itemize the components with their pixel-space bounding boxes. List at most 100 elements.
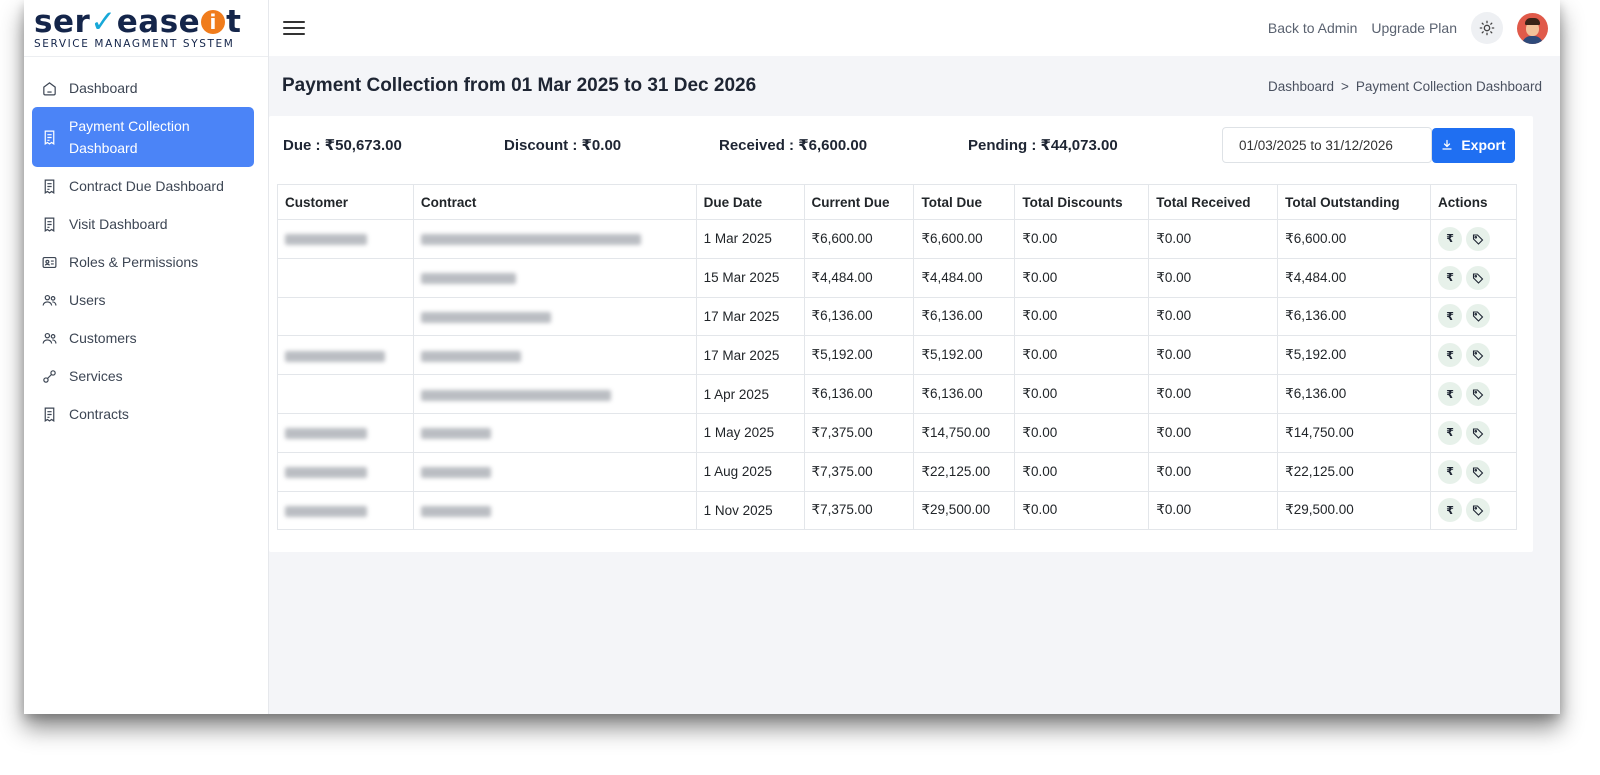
tag-icon bbox=[1472, 350, 1484, 362]
column-header-due-date[interactable]: Due Date bbox=[695, 184, 805, 220]
table-row[interactable]: 15 Mar 2025 ₹4,484.00 ₹4,484.00 ₹0.00 ₹0.00 ₹… bbox=[277, 257, 1517, 298]
due-date-cell: 15 Mar 2025 bbox=[695, 257, 805, 298]
total-received-cell: ₹0.00 bbox=[1148, 335, 1279, 376]
menu-toggle-icon[interactable] bbox=[283, 19, 305, 37]
apply-discount-button[interactable] bbox=[1466, 420, 1491, 445]
actions-cell: ₹ bbox=[1430, 219, 1517, 259]
table-row[interactable]: 17 Mar 2025 ₹6,136.00 ₹6,136.00 ₹0.00 ₹0.00 ₹… bbox=[277, 296, 1517, 337]
sidebar-item-users[interactable]: Users bbox=[32, 281, 254, 319]
back-to-admin-link[interactable]: Back to Admin bbox=[1268, 20, 1358, 36]
contract-cell bbox=[412, 490, 697, 531]
column-header-actions[interactable]: Actions bbox=[1430, 184, 1517, 220]
total-discounts-cell: ₹0.00 bbox=[1014, 412, 1150, 453]
rupee-icon: ₹ bbox=[1446, 233, 1454, 246]
contract-cell bbox=[412, 219, 697, 259]
collect-payment-button[interactable]: ₹ bbox=[1438, 226, 1463, 251]
table-row[interactable]: 17 Mar 2025 ₹5,192.00 ₹5,192.00 ₹0.00 ₹0.00 ₹… bbox=[277, 335, 1517, 376]
total-outstanding-cell: ₹22,125.00 bbox=[1277, 451, 1432, 492]
table-row[interactable]: 1 Apr 2025 ₹6,136.00 ₹6,136.00 ₹0.00 ₹0.00 ₹6… bbox=[277, 374, 1517, 414]
collect-payment-button[interactable]: ₹ bbox=[1438, 304, 1463, 329]
breadcrumb-dashboard-link[interactable]: Dashboard bbox=[1268, 79, 1334, 94]
breadcrumb: Dashboard > Payment Collection Dashboard bbox=[1268, 79, 1542, 94]
collect-payment-button[interactable]: ₹ bbox=[1438, 382, 1463, 407]
date-range-input[interactable]: 01/03/2025 to 31/12/2026 bbox=[1222, 127, 1432, 163]
total-due-cell: ₹29,500.00 bbox=[913, 490, 1016, 531]
apply-discount-button[interactable] bbox=[1466, 498, 1491, 523]
column-header-total-due[interactable]: Total Due bbox=[913, 184, 1016, 220]
total-discounts-cell: ₹0.00 bbox=[1014, 490, 1150, 531]
table-row[interactable]: 1 Nov 2025 ₹7,375.00 ₹29,500.00 ₹0.00 ₹0.00 ₹… bbox=[277, 490, 1517, 531]
users-icon bbox=[40, 291, 58, 309]
sidebar-item-label: Customers bbox=[69, 330, 137, 346]
export-button[interactable]: Export bbox=[1432, 127, 1515, 163]
sidebar-item-label: Contracts bbox=[69, 406, 129, 422]
column-header-customer[interactable]: Customer bbox=[277, 184, 414, 220]
collect-payment-button[interactable]: ₹ bbox=[1438, 420, 1463, 445]
sidebar-item-dashboard[interactable]: Dashboard bbox=[32, 69, 254, 107]
collect-payment-button[interactable]: ₹ bbox=[1438, 459, 1463, 484]
apply-discount-button[interactable] bbox=[1466, 226, 1491, 251]
actions-cell: ₹ bbox=[1430, 374, 1517, 414]
tag-icon bbox=[1472, 505, 1484, 517]
table-row[interactable]: 1 Mar 2025 ₹6,600.00 ₹6,600.00 ₹0.00 ₹0.00 ₹6… bbox=[277, 219, 1517, 259]
rupee-icon: ₹ bbox=[1446, 504, 1454, 517]
sidebar: ser✓ease i t SERVICE MANAGMENT SYSTEM Dash… bbox=[24, 0, 269, 714]
sidebar-item-visit-dashboard[interactable]: Visit Dashboard bbox=[32, 205, 254, 243]
apply-discount-button[interactable] bbox=[1466, 265, 1491, 290]
column-header-total-outstanding[interactable]: Total Outstanding bbox=[1277, 184, 1432, 220]
tag-icon bbox=[1472, 273, 1484, 284]
sidebar-item-contracts[interactable]: Contracts bbox=[32, 395, 254, 433]
total-outstanding-cell: ₹6,136.00 bbox=[1277, 296, 1432, 337]
theme-toggle-button[interactable] bbox=[1471, 12, 1503, 44]
upgrade-plan-link[interactable]: Upgrade Plan bbox=[1371, 20, 1457, 36]
total-discounts-cell: ₹0.00 bbox=[1014, 335, 1150, 376]
user-avatar[interactable] bbox=[1517, 12, 1548, 44]
due-date-cell: 1 Mar 2025 bbox=[695, 219, 805, 259]
brand-logo[interactable]: ser✓ease i t SERVICE MANAGMENT SYSTEM bbox=[24, 0, 268, 57]
sidebar-item-contract-due-dashboard[interactable]: Contract Due Dashboard bbox=[32, 167, 254, 205]
collect-payment-button[interactable]: ₹ bbox=[1438, 265, 1463, 290]
sidebar-item-label: Dashboard bbox=[69, 80, 138, 96]
sidebar-item-label: Visit Dashboard bbox=[69, 216, 168, 232]
current-due-cell: ₹6,600.00 bbox=[803, 219, 915, 259]
rupee-icon: ₹ bbox=[1446, 466, 1454, 479]
breadcrumb-current: Payment Collection Dashboard bbox=[1355, 78, 1542, 94]
sidebar-item-roles-permissions[interactable]: Roles & Permissions bbox=[32, 243, 254, 281]
summary-due: Due : ₹50,673.00 bbox=[283, 137, 402, 154]
total-outstanding-cell: ₹6,600.00 bbox=[1277, 219, 1432, 259]
apply-discount-button[interactable] bbox=[1466, 304, 1491, 329]
apply-discount-button[interactable] bbox=[1466, 343, 1491, 368]
column-header-total-discounts[interactable]: Total Discounts bbox=[1014, 184, 1150, 220]
redacted-text bbox=[285, 350, 385, 362]
total-due-cell: ₹14,750.00 bbox=[913, 412, 1016, 453]
column-header-contract[interactable]: Contract bbox=[412, 184, 697, 220]
apply-discount-button[interactable] bbox=[1466, 382, 1491, 407]
customer-cell bbox=[277, 490, 414, 531]
table-header-row: Customer Contract Due Date Current Due Total… bbox=[277, 184, 1517, 220]
sidebar-item-customers[interactable]: Customers bbox=[32, 319, 254, 357]
due-date-cell: 17 Mar 2025 bbox=[695, 335, 805, 376]
redacted-text bbox=[285, 467, 367, 479]
total-received-cell: ₹0.00 bbox=[1148, 257, 1279, 298]
table-row[interactable]: 1 May 2025 ₹7,375.00 ₹14,750.00 ₹0.00 ₹0.00 ₹… bbox=[277, 412, 1517, 453]
column-header-total-received[interactable]: Total Received bbox=[1148, 184, 1279, 220]
table-row[interactable]: 1 Aug 2025 ₹7,375.00 ₹22,125.00 ₹0.00 ₹0.00 ₹… bbox=[277, 451, 1517, 492]
redacted-text bbox=[420, 350, 521, 362]
total-received-cell: ₹0.00 bbox=[1148, 412, 1279, 453]
redacted-text bbox=[285, 428, 367, 440]
payment-table: Customer Contract Due Date Current Due Total… bbox=[277, 184, 1517, 531]
collect-payment-button[interactable]: ₹ bbox=[1438, 343, 1463, 368]
apply-discount-button[interactable] bbox=[1466, 459, 1491, 484]
actions-cell: ₹ bbox=[1430, 335, 1517, 376]
page-header: Payment Collection from 01 Mar 2025 to 3… bbox=[269, 56, 1560, 116]
topbar: Back to Admin Upgrade Plan bbox=[269, 0, 1560, 56]
redacted-text bbox=[420, 467, 491, 479]
total-outstanding-cell: ₹4,484.00 bbox=[1277, 257, 1432, 298]
sidebar-item-label: Contract Due Dashboard bbox=[69, 178, 224, 194]
column-header-current-due[interactable]: Current Due bbox=[803, 184, 915, 220]
sun-icon bbox=[1479, 20, 1495, 36]
sidebar-item-payment-collection-dashboard[interactable]: Payment Collection Dashboard bbox=[32, 107, 254, 167]
collect-payment-button[interactable]: ₹ bbox=[1438, 498, 1463, 523]
sidebar-item-services[interactable]: Services bbox=[32, 357, 254, 395]
redacted-text bbox=[420, 505, 491, 517]
